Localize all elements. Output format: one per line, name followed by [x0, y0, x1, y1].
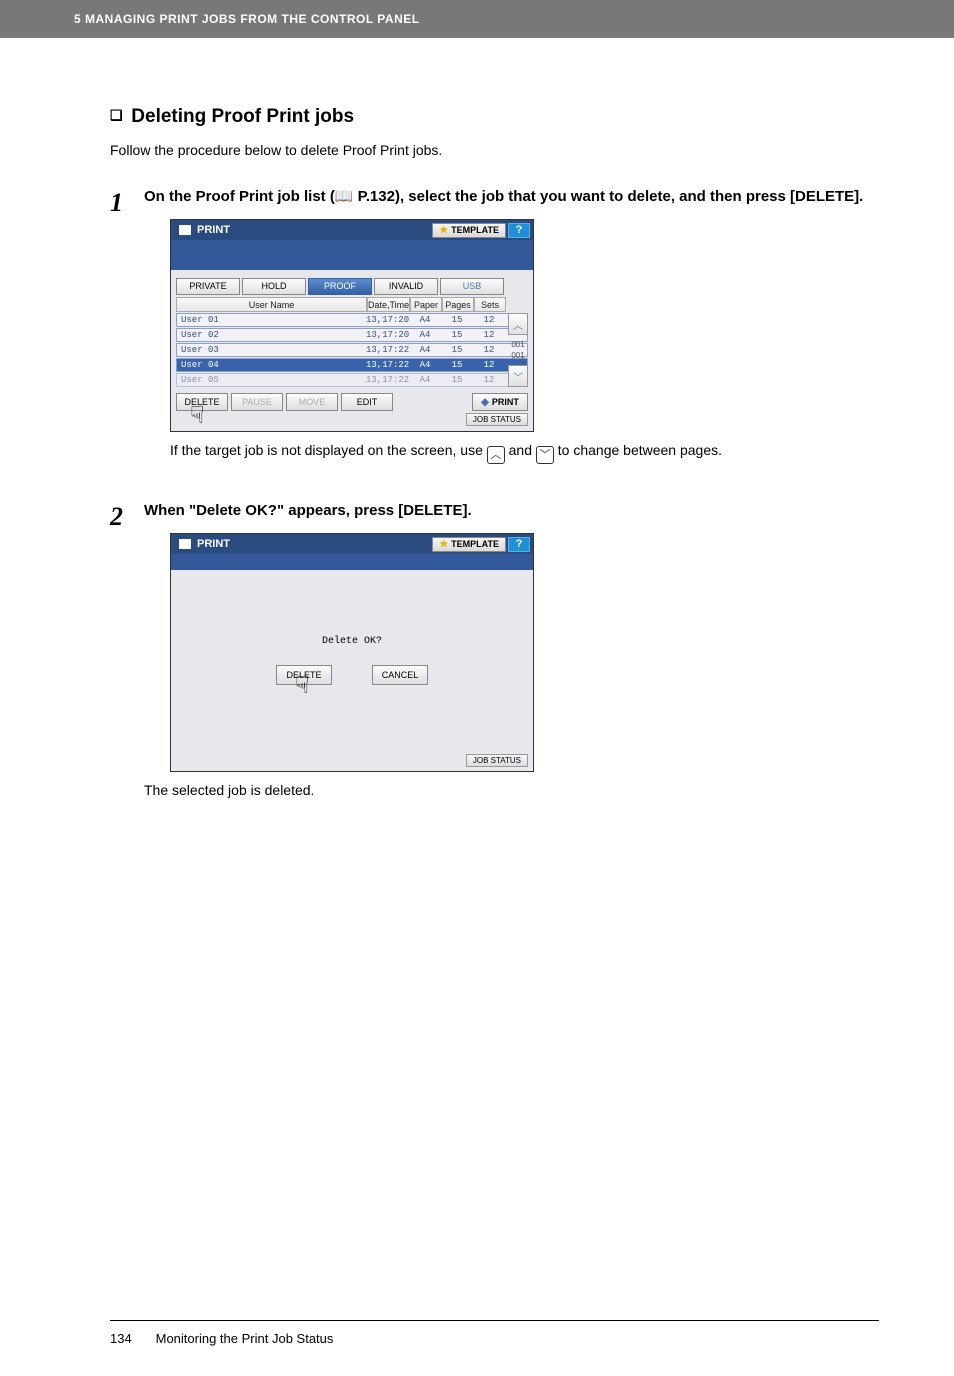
up-arrow-icon: ︿ — [487, 446, 505, 464]
panel-2-title: PRINT — [197, 538, 230, 550]
footer-page-number: 134 — [110, 1331, 152, 1346]
confirm-cancel-button[interactable]: CANCEL — [372, 665, 428, 685]
page-footer: 134 Monitoring the Print Job Status — [0, 1320, 954, 1376]
tab-proof[interactable]: PROOF — [308, 278, 372, 295]
pointer-hand-icon: ☟ — [190, 404, 205, 428]
table-row[interactable]: User 05 13,17:22 A4 15 12 — [176, 373, 528, 387]
section-title-text: Deleting Proof Print jobs — [131, 106, 354, 127]
help-button[interactable]: ? — [508, 537, 530, 552]
scroll-down-button[interactable]: ﹀ — [508, 365, 528, 387]
col-user: User Name — [176, 297, 367, 312]
star-icon: ★ — [439, 539, 448, 550]
down-arrow-icon: ﹀ — [536, 446, 554, 464]
tab-hold[interactable]: HOLD — [242, 278, 306, 295]
panel-1-spacer — [171, 240, 533, 270]
book-icon: 📖 — [335, 186, 354, 207]
scroll-page-indicator: 001 001 — [508, 335, 528, 365]
panel-2: PRINT ★ TEMPLATE ? Delete OK? DE — [170, 533, 879, 772]
tab-invalid[interactable]: INVALID — [374, 278, 438, 295]
confirm-dialog: Delete OK? DELETE ☟ CANCEL — [171, 570, 533, 750]
table-row[interactable]: User 02 13,17:20 A4 15 12 — [176, 328, 528, 342]
step-2-number: 2 — [110, 500, 144, 798]
edit-button[interactable]: EDIT — [341, 393, 393, 411]
tabs-row: PRIVATE HOLD PROOF INVALID USB — [176, 278, 528, 295]
page-header: 5 MANAGING PRINT JOBS FROM THE CONTROL P… — [0, 0, 954, 38]
panel-2-titlebar: PRINT ★ TEMPLATE ? — [171, 534, 533, 554]
col-date: Date,Time — [367, 297, 410, 312]
bullet-square-icon: ❏ — [110, 107, 126, 124]
job-status-button[interactable]: JOB STATUS — [466, 754, 528, 767]
panel-1-title: PRINT — [197, 224, 230, 236]
footer-title: Monitoring the Print Job Status — [156, 1331, 334, 1346]
header-text: 5 MANAGING PRINT JOBS FROM THE CONTROL P… — [74, 12, 420, 26]
scroll-up-button[interactable]: ︿ — [508, 313, 528, 335]
section-title: ❏ Deleting Proof Print jobs — [110, 106, 879, 128]
step-1: 1 On the Proof Print job list (📖 P.132),… — [110, 186, 879, 488]
tab-private[interactable]: PRIVATE — [176, 278, 240, 295]
step-2-after: The selected job is deleted. — [144, 782, 879, 798]
job-status-button[interactable]: JOB STATUS — [466, 413, 528, 426]
panel-1-titlebar: PRINT ★ TEMPLATE ? — [171, 220, 533, 240]
table-row[interactable]: User 01 13,17:20 A4 15 12 — [176, 313, 528, 327]
panel-1: PRINT ★ TEMPLATE ? PRIVATE HOLD P — [170, 219, 879, 432]
table-row-selected[interactable]: User 04 13,17:22 A4 15 12 — [176, 358, 528, 372]
columns-header: User Name Date,Time Paper Pages Sets — [176, 297, 528, 312]
step-2: 2 When "Delete OK?" appears, press [DELE… — [110, 500, 879, 798]
pointer-hand-icon: ☟ — [295, 674, 310, 698]
step-1-note: If the target job is not displayed on th… — [170, 442, 879, 464]
pause-button[interactable]: PAUSE — [231, 393, 283, 411]
table-row[interactable]: User 03 13,17:22 A4 15 12 — [176, 343, 528, 357]
scroll-column: ︿ 001 001 ﹀ — [508, 313, 528, 387]
panel-2-spacer — [171, 554, 533, 570]
col-sets: Sets — [474, 297, 506, 312]
step-1-number: 1 — [110, 186, 144, 488]
step-1-heading: On the Proof Print job list (📖 P.132), s… — [144, 186, 879, 207]
star-icon: ★ — [439, 225, 448, 236]
help-button[interactable]: ? — [508, 223, 530, 238]
print-button[interactable]: ◈ PRINT — [472, 393, 528, 411]
col-paper: Paper — [410, 297, 442, 312]
printer-icon — [179, 225, 191, 235]
confirm-message: Delete OK? — [322, 636, 382, 647]
actions-row: DELETE PAUSE MOVE EDIT ◈ PRINT — [176, 393, 528, 411]
move-button[interactable]: MOVE — [286, 393, 338, 411]
page-content: ❏ Deleting Proof Print jobs Follow the p… — [0, 38, 954, 840]
confirm-delete-button[interactable]: DELETE ☟ — [276, 665, 332, 685]
template-button[interactable]: ★ TEMPLATE — [432, 223, 506, 238]
col-pages: Pages — [442, 297, 474, 312]
template-button[interactable]: ★ TEMPLATE — [432, 537, 506, 552]
tab-usb[interactable]: USB — [440, 278, 504, 295]
diamond-icon: ◈ — [481, 397, 489, 408]
step-2-heading: When "Delete OK?" appears, press [DELETE… — [144, 500, 879, 521]
intro-text: Follow the procedure below to delete Pro… — [110, 142, 879, 158]
printer-icon — [179, 539, 191, 549]
